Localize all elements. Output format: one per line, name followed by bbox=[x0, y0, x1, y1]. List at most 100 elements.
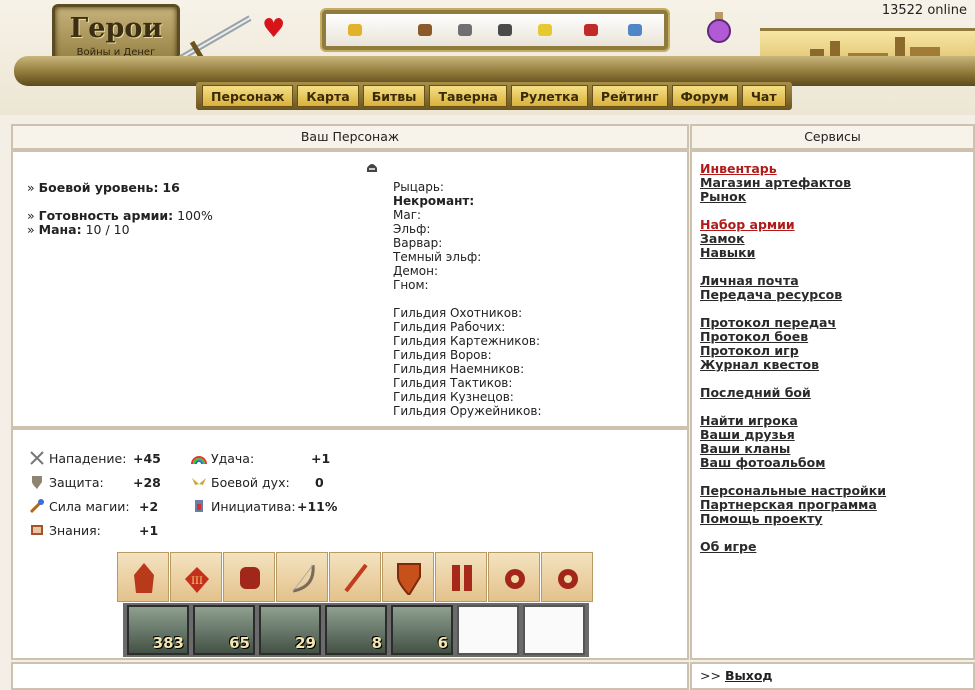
services-gap bbox=[700, 260, 886, 274]
mana-line: » Мана: 10 / 10 bbox=[27, 222, 130, 237]
troop-slot-5[interactable]: 6 bbox=[391, 605, 453, 655]
faction-dwarf: Гном: bbox=[393, 278, 429, 292]
service-link[interactable]: Партнерская программа bbox=[700, 498, 886, 512]
services-title: Сервисы bbox=[692, 126, 973, 150]
combat-level-label: Боевой уровень: bbox=[38, 180, 159, 195]
service-link[interactable]: Ваши друзья bbox=[700, 428, 886, 442]
artifact-bow[interactable] bbox=[276, 552, 328, 602]
army-readiness-label: Готовность армии: bbox=[38, 208, 174, 223]
helmet-icon[interactable] bbox=[365, 160, 379, 174]
nav-character[interactable]: Персонаж bbox=[202, 85, 294, 107]
troop-slot-1[interactable]: 383 bbox=[127, 605, 189, 655]
logout-line: >> Выход bbox=[700, 668, 773, 683]
character-panel-header: Ваш Персонаж bbox=[11, 124, 689, 150]
troop-slot-2[interactable]: 65 bbox=[193, 605, 255, 655]
service-link[interactable]: Найти игрока bbox=[700, 414, 886, 428]
artifact-helmet[interactable] bbox=[117, 552, 169, 602]
service-link[interactable]: Журнал квестов bbox=[700, 358, 886, 372]
nav-chat[interactable]: Чат bbox=[741, 85, 786, 107]
character-title: Ваш Персонаж bbox=[13, 126, 687, 150]
stat-luck: Удача: +1 bbox=[191, 450, 330, 466]
guild-hunters: Гильдия Охотников: bbox=[393, 306, 523, 320]
army-slots: 383 65 29 8 6 bbox=[123, 603, 589, 657]
spellpower-value: +2 bbox=[139, 498, 159, 514]
faction-elf: Эльф: bbox=[393, 222, 431, 236]
heart-icon: ♥ bbox=[262, 14, 286, 44]
artifact-shield[interactable] bbox=[382, 552, 434, 602]
faction-knight: Рыцарь: bbox=[393, 180, 444, 194]
svg-text:III: III bbox=[191, 576, 203, 587]
service-link[interactable]: Ваши кланы bbox=[700, 442, 886, 456]
service-link[interactable]: Магазин артефактов bbox=[700, 176, 886, 190]
artifact-ring-1[interactable] bbox=[488, 552, 540, 602]
guild-smiths: Гильдия Кузнецов: bbox=[393, 390, 514, 404]
services-gap bbox=[700, 302, 886, 316]
nav-roulette[interactable]: Рулетка bbox=[510, 85, 588, 107]
service-link[interactable]: Замок bbox=[700, 232, 886, 246]
stat-morale: Боевой дух: 0 bbox=[191, 474, 324, 490]
service-link[interactable]: Протокол передач bbox=[700, 316, 886, 330]
army-readiness-value: 100% bbox=[177, 208, 213, 223]
character-info-panel: » Боевой уровень: 16 » Готовность армии:… bbox=[11, 150, 689, 428]
artifact-sword[interactable] bbox=[329, 552, 381, 602]
bow-icon bbox=[292, 564, 315, 593]
faction-necromancer: Некромант: bbox=[393, 194, 475, 208]
service-link[interactable]: Личная почта bbox=[700, 274, 886, 288]
faction-dark-elf: Темный эльф: bbox=[393, 250, 482, 264]
troop-slot-4[interactable]: 8 bbox=[325, 605, 387, 655]
combat-level-value: 16 bbox=[162, 180, 180, 195]
resources-bar bbox=[322, 10, 668, 50]
service-link[interactable]: Рынок bbox=[700, 190, 886, 204]
nav-rating[interactable]: Рейтинг bbox=[591, 85, 668, 107]
nav-battles[interactable]: Битвы bbox=[362, 85, 426, 107]
troop-slot-3[interactable]: 29 bbox=[259, 605, 321, 655]
wood-icon bbox=[418, 24, 432, 36]
initiative-value: +11% bbox=[297, 498, 338, 514]
faction-barbarian: Варвар: bbox=[393, 236, 443, 250]
nav-map[interactable]: Карта bbox=[297, 85, 359, 107]
nav-forum[interactable]: Форум bbox=[671, 85, 738, 107]
service-link[interactable]: Навыки bbox=[700, 246, 886, 260]
services-panel: Инвентарь Магазин артефактов Рынок Набор ар… bbox=[690, 150, 975, 660]
faction-mage: Маг: bbox=[393, 208, 422, 222]
artifact-armor[interactable] bbox=[223, 552, 275, 602]
troop-count: 29 bbox=[295, 634, 316, 652]
logout-link[interactable]: Выход bbox=[725, 668, 773, 683]
service-link[interactable]: Инвентарь bbox=[700, 162, 886, 176]
stats-panel: Нападение: +45 Защита: +2 8 Сила магии: +… bbox=[11, 428, 689, 660]
morale-value: 0 bbox=[315, 474, 324, 490]
service-link[interactable]: Об игре bbox=[700, 540, 886, 554]
guild-workers: Гильдия Рабочих: bbox=[393, 320, 506, 334]
defense-label: Защита: bbox=[49, 474, 104, 490]
service-link[interactable]: Протокол игр bbox=[700, 344, 886, 358]
gold-icon bbox=[348, 24, 362, 36]
troop-count: 8 bbox=[371, 634, 382, 652]
service-link[interactable]: Передача ресурсов bbox=[700, 288, 886, 302]
attack-label: Нападение: bbox=[49, 450, 127, 466]
guild-mercenaries: Гильдия Наемников: bbox=[393, 362, 525, 376]
knowledge-value: +1 bbox=[139, 522, 159, 538]
service-link[interactable]: Ваш фотоальбом bbox=[700, 456, 886, 470]
luck-value: +1 bbox=[311, 450, 331, 466]
combat-level-line: » Боевой уровень: 16 bbox=[27, 180, 180, 195]
service-link[interactable]: Помощь проекту bbox=[700, 512, 886, 526]
faction-list: Рыцарь: Некромант: Маг: Эльф: Варвар: Те… bbox=[393, 180, 481, 292]
initiative-label: Инициатива: bbox=[211, 498, 296, 514]
service-link[interactable]: Протокол боев bbox=[700, 330, 886, 344]
magic-wand-icon bbox=[29, 499, 44, 514]
service-link[interactable]: Персональные настройки bbox=[700, 484, 886, 498]
nav-tavern[interactable]: Таверна bbox=[429, 85, 507, 107]
troop-slot-6[interactable] bbox=[457, 605, 519, 655]
guild-list: Гильдия Охотников: Гильдия Рабочих: Гиль… bbox=[393, 306, 542, 418]
service-link[interactable]: Набор армии bbox=[700, 218, 886, 232]
artifact-amulet[interactable]: III bbox=[170, 552, 222, 602]
army-readiness-line: » Готовность армии: 100% bbox=[27, 208, 213, 223]
artifact-boots[interactable] bbox=[435, 552, 487, 602]
troop-slot-7[interactable] bbox=[523, 605, 585, 655]
stat-initiative: Инициатива: +11% bbox=[191, 498, 337, 514]
stat-attack: Нападение: +45 bbox=[29, 450, 161, 466]
main-nav: Персонаж Карта Битвы Таверна Рулетка Рей… bbox=[196, 82, 792, 110]
service-link[interactable]: Последний бой bbox=[700, 386, 886, 400]
artifact-ring-2[interactable] bbox=[541, 552, 593, 602]
spellpower-label: Сила магии: bbox=[49, 498, 130, 514]
